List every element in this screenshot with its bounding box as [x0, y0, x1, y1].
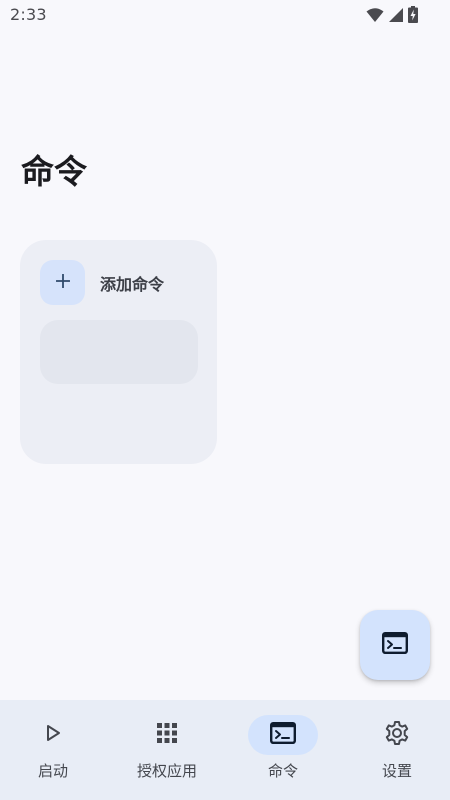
- battery-charging-icon: [408, 6, 418, 23]
- nav-item-commands[interactable]: 命令: [227, 700, 339, 800]
- add-icon-container: [40, 260, 85, 305]
- terminal-icon: [270, 722, 297, 748]
- add-command-label: 添加命令: [100, 274, 165, 294]
- nav-item-authorized-apps[interactable]: 授权应用: [111, 700, 223, 800]
- cell-signal-icon: [388, 7, 404, 23]
- terminal-fab[interactable]: [360, 610, 430, 680]
- command-card: 添加命令: [20, 240, 217, 464]
- nav-label-commands: 命令: [267, 762, 298, 780]
- nav-label-settings: 设置: [381, 762, 412, 780]
- play-icon: [45, 724, 61, 746]
- nav-label-authorized-apps: 授权应用: [136, 762, 197, 780]
- bottom-nav: 启动 授权应用 命令 设置: [0, 700, 450, 800]
- wifi-icon: [366, 7, 384, 23]
- add-command-button[interactable]: 添加命令: [40, 260, 164, 305]
- nav-icon-container: [362, 715, 432, 755]
- nav-icon-container: [18, 715, 88, 755]
- terminal-icon: [382, 632, 409, 658]
- nav-item-launch[interactable]: 启动: [0, 700, 109, 800]
- empty-command-placeholder: [40, 320, 198, 384]
- status-bar: 2:33: [0, 0, 450, 32]
- gear-icon: [384, 720, 410, 750]
- status-time: 2:33: [10, 5, 47, 24]
- page-title: 命令: [21, 152, 87, 191]
- status-icons: [366, 6, 418, 23]
- nav-item-settings[interactable]: 设置: [341, 700, 450, 800]
- nav-label-launch: 启动: [37, 762, 68, 780]
- apps-grid-icon: [156, 722, 178, 748]
- nav-active-indicator: [248, 715, 318, 755]
- nav-icon-container: [132, 715, 202, 755]
- plus-icon: [55, 273, 70, 292]
